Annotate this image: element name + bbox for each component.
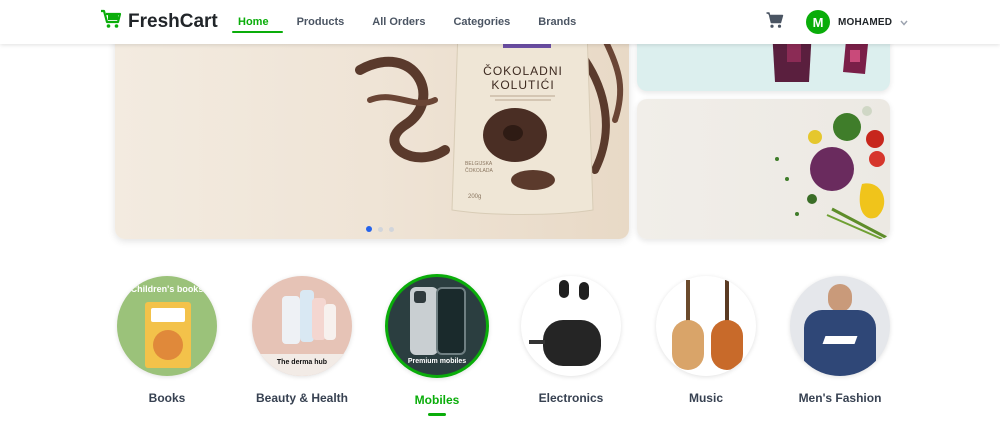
slider-dot-1[interactable] — [366, 226, 372, 232]
svg-text:ČOKOLADA: ČOKOLADA — [465, 167, 493, 174]
category-label: Men's Fashion — [798, 391, 882, 405]
product-subtitle: KOLUTIĆI — [491, 77, 554, 92]
category-caption: The derma hub — [276, 359, 328, 366]
nav-categories[interactable]: Categories — [439, 0, 524, 44]
category-image-music — [656, 276, 756, 376]
nav-home[interactable]: Home — [232, 0, 283, 44]
category-label: Mobiles — [414, 393, 460, 407]
user-name: MOHAMED — [838, 16, 893, 28]
chocolate-banner-image: ČOKOLADNI KOLUTIĆI BELGIJSKA ČOKOLADA 20… — [355, 30, 624, 215]
cart-logo-icon — [100, 9, 122, 34]
category-image-books: Children's books — [117, 276, 217, 376]
slider-dot-2[interactable] — [378, 226, 383, 232]
category-label: Electronics — [538, 391, 604, 405]
side-banner-bottom[interactable] — [637, 99, 890, 239]
nav-all-orders[interactable]: All Orders — [358, 0, 439, 44]
category-music[interactable]: Music — [639, 270, 773, 405]
category-beauty-health[interactable]: The derma hub Beauty & Health — [235, 270, 369, 405]
nav-products[interactable]: Products — [283, 0, 359, 44]
category-label: Beauty & Health — [255, 391, 349, 405]
category-mobiles[interactable]: Premium mobiles Mobiles — [370, 270, 504, 416]
category-label: Books — [148, 391, 186, 405]
category-image-mobiles: Premium mobiles — [385, 274, 489, 378]
cart-icon[interactable] — [766, 12, 784, 34]
category-caption: Premium mobiles — [407, 358, 467, 365]
avatar: M — [806, 10, 830, 34]
active-category-indicator — [428, 413, 446, 416]
nav-brands[interactable]: Brands — [524, 0, 590, 44]
navbar: FreshCart Home Products All Orders Categ… — [0, 0, 1000, 44]
product-title: ČOKOLADNI — [483, 63, 563, 78]
category-mens-fashion[interactable]: Men's Fashion — [773, 270, 907, 405]
main-nav: Home Products All Orders Categories Bran… — [232, 0, 590, 44]
svg-text:BELGIJSKA: BELGIJSKA — [465, 161, 493, 167]
brand-name: FreshCart — [128, 10, 218, 32]
category-image-mens-fashion — [790, 276, 890, 376]
category-label: Music — [688, 391, 723, 405]
slider-dots — [366, 226, 394, 232]
category-caption: Children's books — [130, 284, 204, 294]
user-menu[interactable]: M MOHAMED — [806, 10, 908, 34]
category-books[interactable]: Children's books Books — [100, 270, 234, 405]
category-image-electronics — [521, 276, 621, 376]
slider-dot-3[interactable] — [389, 226, 394, 232]
brand-logo[interactable]: FreshCart — [100, 9, 218, 34]
chevron-down-icon — [900, 13, 908, 31]
category-image-beauty-health: The derma hub — [252, 276, 352, 376]
vegetables-image — [775, 106, 890, 239]
main-slider[interactable]: ČOKOLADNI KOLUTIĆI BELGIJSKA ČOKOLADA 20… — [115, 30, 629, 239]
category-electronics[interactable]: Electronics — [504, 270, 638, 405]
category-slider: Children's books Books The derma hub Bea… — [100, 270, 920, 420]
product-weight: 200g — [468, 194, 481, 200]
